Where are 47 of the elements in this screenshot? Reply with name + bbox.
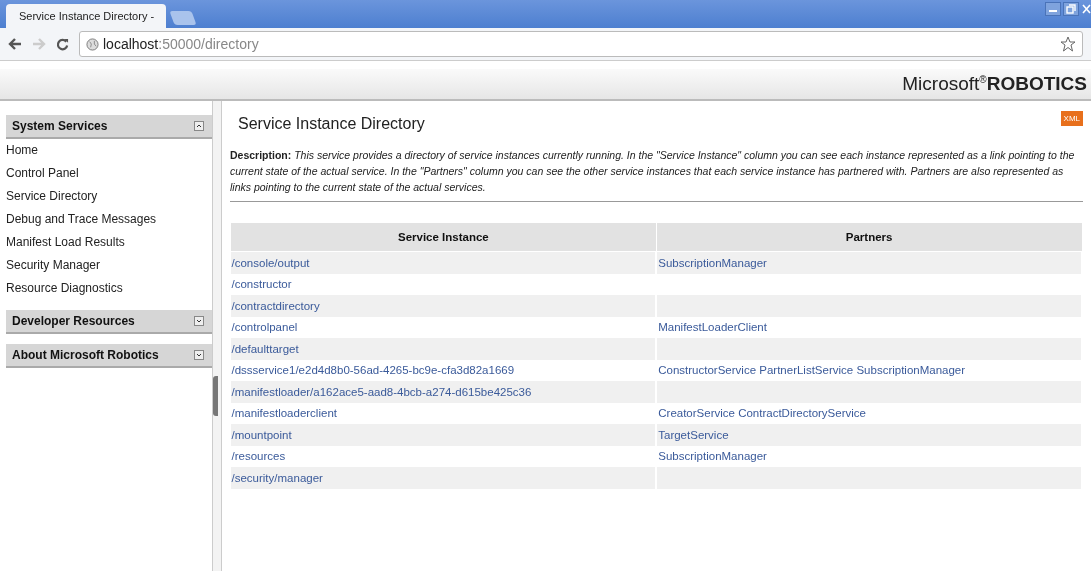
instance-link[interactable]: /manifestloaderclient — [231, 407, 337, 420]
column-header: Service Instance — [230, 222, 657, 252]
partner-link[interactable]: ContractDirectoryService — [738, 407, 866, 420]
section-header[interactable]: Developer Resources — [6, 310, 212, 334]
instance-link[interactable]: /controlpanel — [231, 321, 298, 334]
partner-link[interactable]: CreatorService — [658, 407, 735, 420]
instance-link[interactable]: /console/output — [231, 256, 310, 269]
minimize-icon[interactable] — [1045, 2, 1061, 16]
sidebar-link[interactable]: Resource Diagnostics — [6, 277, 212, 300]
partner-link[interactable]: SubscriptionManager — [658, 256, 767, 269]
page-title: Service Instance Directory — [238, 115, 425, 133]
instance-link[interactable]: /defaulttarget — [231, 342, 299, 355]
section-header[interactable]: About Microsoft Robotics — [6, 344, 212, 368]
instance-link[interactable]: /security/manager — [231, 471, 323, 484]
back-icon[interactable] — [8, 38, 22, 50]
sidebar-link[interactable]: Control Panel — [6, 162, 212, 185]
partner-link[interactable]: PartnerListService — [759, 364, 854, 377]
toggle-icon[interactable] — [194, 350, 204, 360]
instance-link[interactable]: /constructor — [231, 278, 292, 291]
column-header: Partners — [656, 222, 1082, 252]
description-text: Description: This service provides a directory of service instances currently running. In the "Service Instance" column you can see each instance represented as a link pointing to the current state of the actual service. In the "Partners" column you can see the other service instances that each service instance has partnered with. Partners are also represented as links pointing to the current state of the actual services. — [230, 148, 1076, 195]
partner-link[interactable]: TargetService — [658, 428, 729, 441]
instance-link[interactable]: /dssservice1/e2d4d8b0-56ad-4265-bc9e-cfa3d82a1669 — [231, 364, 515, 377]
splitter-handle[interactable] — [212, 101, 222, 571]
close-icon[interactable] — [1081, 2, 1091, 16]
partner-link[interactable]: ManifestLoaderClient — [658, 321, 767, 334]
sidebar-link[interactable]: Service Directory — [6, 185, 212, 208]
instance-link[interactable]: /contractdirectory — [231, 299, 320, 312]
instance-link[interactable]: /resources — [231, 450, 286, 463]
sidebar-link[interactable]: Security Manager — [6, 254, 212, 277]
partner-link[interactable]: ConstructorService — [658, 364, 757, 377]
sidebar-link[interactable]: Home — [6, 139, 212, 162]
instance-link[interactable]: /mountpoint — [231, 428, 292, 441]
section-header[interactable]: System Services — [6, 115, 212, 139]
sidebar-link[interactable]: Manifest Load Results — [6, 231, 212, 254]
brand-logo: Microsoft$^{®}$ROBOTICS — [902, 73, 1087, 95]
browser-tab[interactable]: Service Instance Directory - — [6, 4, 166, 28]
star-icon[interactable] — [1060, 36, 1076, 52]
partner-link[interactable]: SubscriptionManager — [856, 364, 966, 377]
restore-icon[interactable] — [1063, 2, 1079, 16]
toggle-icon[interactable] — [194, 121, 204, 131]
partner-link[interactable]: SubscriptionManager — [658, 450, 767, 463]
address-field[interactable]: localhost:50000/directory — [79, 31, 1083, 57]
toggle-icon[interactable] — [194, 316, 204, 326]
sidebar-link[interactable]: Debug and Trace Messages — [6, 208, 212, 231]
reload-icon[interactable] — [56, 37, 69, 51]
globe-icon — [86, 37, 99, 51]
